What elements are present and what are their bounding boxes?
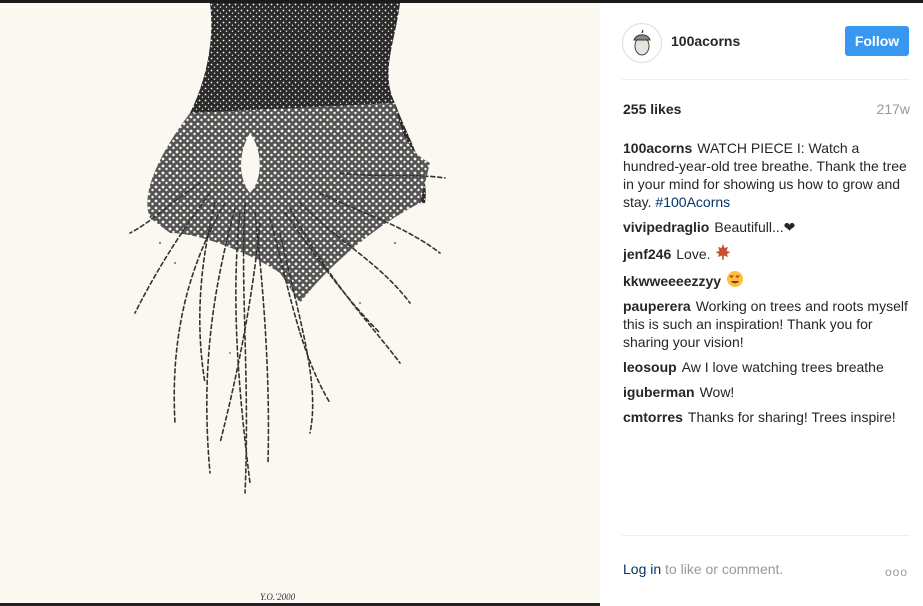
comment-item: kkwweeeezzyy xyxy=(623,270,913,290)
comment-item: vivipedraglio Beautifull...❤ xyxy=(623,218,913,236)
comment-username[interactable]: kkwweeeezzyy xyxy=(623,273,721,289)
more-options-icon[interactable]: ooo xyxy=(885,565,908,579)
comment-text: Aw I love watching trees breathe xyxy=(681,359,884,375)
comment-text: Wow! xyxy=(699,384,735,400)
comment-username[interactable]: iguberman xyxy=(623,384,695,400)
comment-username[interactable]: vivipedraglio xyxy=(623,219,709,235)
post-sidebar: 100acorns Follow 255 likes 217w 100acorn… xyxy=(600,3,923,606)
post-age[interactable]: 217w xyxy=(877,101,910,117)
comment-text: Beautifull...❤ xyxy=(714,219,796,235)
comment-username[interactable]: leosoup xyxy=(623,359,677,375)
hashtag-link[interactable]: #100Acorns xyxy=(655,194,730,210)
comment-item: iguberman Wow! xyxy=(623,383,913,401)
comment-item: cmtorres Thanks for sharing! Trees inspir… xyxy=(623,408,913,426)
caption: 100acorns WATCH PIECE I: Watch a hundred-… xyxy=(623,139,913,211)
avatar[interactable] xyxy=(622,23,662,63)
artist-signature: Y.O.'2000 xyxy=(260,592,296,602)
comments-list: 100acorns WATCH PIECE I: Watch a hundred-… xyxy=(623,139,913,433)
comment-text: Love. xyxy=(676,246,715,262)
follow-button[interactable]: Follow xyxy=(845,26,909,56)
comment-username[interactable]: jenf246 xyxy=(623,246,671,262)
comment-username[interactable]: cmtorres xyxy=(623,409,683,425)
likes-count[interactable]: 255 likes xyxy=(623,101,681,117)
maple-leaf-icon xyxy=(715,244,731,260)
post-image[interactable]: Y.O.'2000 xyxy=(0,3,600,603)
comment-username[interactable]: pauperera xyxy=(623,298,691,314)
comment-item: leosoup Aw I love watching trees breathe xyxy=(623,358,913,376)
footer-divider xyxy=(622,535,910,536)
post-header: 100acorns Follow xyxy=(622,21,910,80)
tree-drawing: Y.O.'2000 xyxy=(129,3,446,602)
heart-eyes-icon xyxy=(727,271,744,287)
caption-username[interactable]: 100acorns xyxy=(623,140,692,156)
login-prompt-text: to like or comment. xyxy=(661,561,784,577)
login-prompt: Log in to like or comment. xyxy=(623,561,783,577)
comment-item: pauperera Working on trees and roots myse… xyxy=(623,297,913,351)
post-username[interactable]: 100acorns xyxy=(671,33,740,49)
login-link[interactable]: Log in xyxy=(623,561,661,577)
acorn-icon xyxy=(633,29,651,56)
comment-item: jenf246 Love. xyxy=(623,243,913,263)
comment-text: Thanks for sharing! Trees inspire! xyxy=(687,409,896,425)
